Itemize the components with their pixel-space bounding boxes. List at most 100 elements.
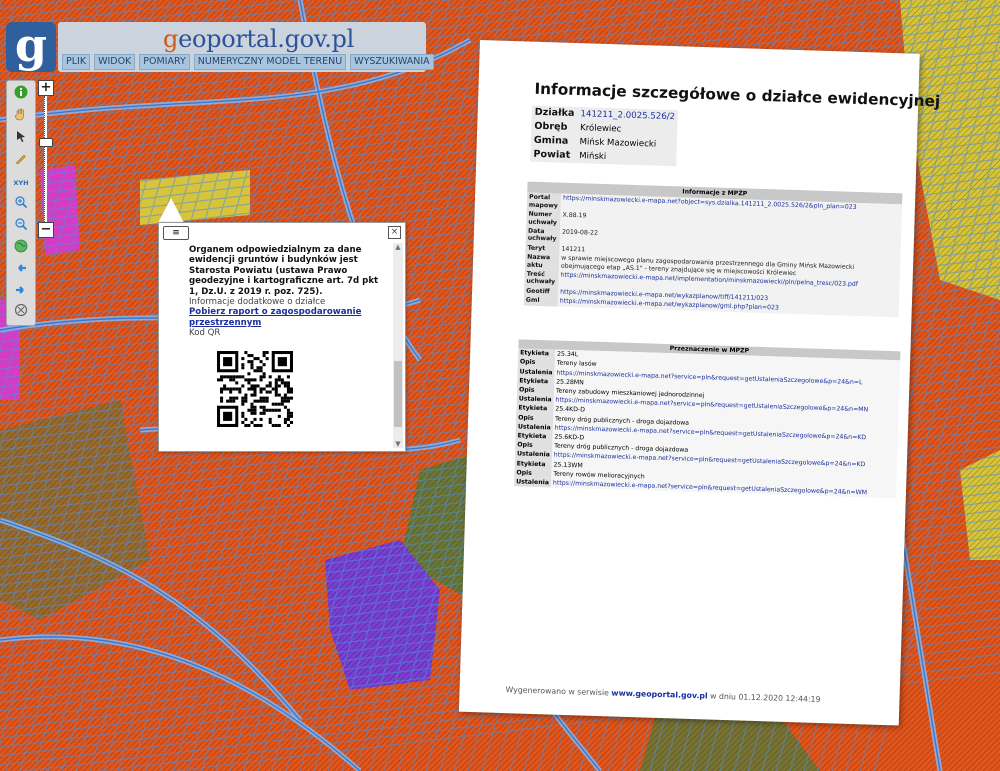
globe-icon[interactable]	[11, 239, 31, 259]
qr-module	[259, 399, 263, 403]
summary-key: Obręb	[534, 120, 568, 133]
qr-module	[241, 411, 245, 415]
qr-module	[232, 396, 236, 400]
compass-icon[interactable]	[11, 303, 31, 323]
qr-module	[229, 399, 233, 403]
qr-module	[250, 408, 254, 412]
qr-module	[247, 408, 251, 412]
qr-module	[247, 381, 251, 385]
qr-module	[259, 375, 263, 379]
zoom-track[interactable]	[44, 96, 47, 222]
footer-link[interactable]: www.geoportal.gov.pl	[611, 688, 708, 700]
scrollbar-thumb[interactable]	[394, 361, 402, 427]
qr-module	[226, 387, 230, 391]
qr-module	[286, 414, 290, 418]
qr-module	[229, 396, 233, 400]
qr-module	[253, 384, 257, 388]
qr-module	[262, 396, 266, 400]
popup-scrollbar[interactable]: ▲ ▼	[393, 243, 403, 448]
qr-module	[262, 399, 266, 403]
qr-module	[244, 393, 248, 397]
menu-item-nmt[interactable]: NUMERYCZNY MODEL TERENU	[193, 54, 347, 70]
qr-module	[241, 384, 245, 388]
scroll-up-icon[interactable]: ▲	[393, 243, 403, 251]
qr-module	[280, 381, 284, 385]
zoom-plus-button[interactable]: +	[38, 80, 54, 96]
qr-module	[265, 384, 269, 388]
qr-module	[262, 411, 266, 415]
qr-module	[283, 420, 287, 424]
qr-module	[277, 393, 281, 397]
xyh-icon[interactable]: XYH	[11, 173, 31, 193]
qr-module	[244, 423, 248, 427]
zoom-out-icon[interactable]	[11, 217, 31, 237]
qr-module	[244, 399, 248, 403]
qr-module	[253, 423, 257, 427]
qr-module	[277, 402, 281, 406]
qr-module	[217, 378, 221, 382]
qr-module	[256, 369, 260, 373]
qr-module	[259, 405, 263, 409]
qr-module	[259, 390, 263, 394]
qr-module	[235, 396, 239, 400]
qr-module	[241, 414, 245, 418]
close-icon[interactable]: ×	[388, 226, 401, 239]
mpzp-info-table: Informacje z MPZP Portal mapowy https://m…	[523, 181, 903, 317]
scroll-down-icon[interactable]: ▼	[393, 440, 403, 448]
qr-module	[262, 372, 266, 376]
qr-module	[286, 387, 290, 391]
qr-module	[274, 378, 278, 382]
qr-module	[262, 408, 266, 412]
qr-module	[277, 375, 281, 379]
qr-finder	[223, 411, 233, 421]
report-footer: Wygenerowano w serwisie www.geoportal.go…	[505, 685, 820, 705]
pencil-icon[interactable]	[11, 151, 31, 171]
qr-module	[259, 417, 263, 421]
hand-pan-icon[interactable]	[11, 107, 31, 127]
list-icon[interactable]: ≡	[163, 226, 189, 240]
zoom-slider[interactable]: + −	[38, 80, 54, 238]
qr-module	[241, 420, 245, 424]
qr-module	[238, 387, 242, 391]
summary-value: Miński	[578, 151, 607, 163]
qr-module	[241, 396, 245, 400]
qr-module	[289, 414, 293, 418]
qr-module	[247, 378, 251, 382]
arrow-forward-icon[interactable]	[11, 283, 31, 303]
qr-module	[244, 396, 248, 400]
qr-module	[268, 417, 272, 421]
qr-module	[277, 408, 281, 412]
arrow-back-icon[interactable]	[11, 261, 31, 281]
zoom-handle[interactable]	[39, 138, 53, 147]
qr-module	[259, 387, 263, 391]
qr-module	[283, 384, 287, 388]
summary-key: Gmina	[533, 134, 569, 147]
qr-module	[262, 387, 266, 391]
info-icon[interactable]	[11, 85, 31, 105]
cursor-arrow-icon[interactable]	[11, 129, 31, 149]
qr-module	[286, 417, 290, 421]
qr-module	[247, 354, 251, 358]
logo-letter: g	[14, 18, 48, 72]
menu-item-wyszukiwania[interactable]: WYSZUKIWANIA	[350, 54, 434, 70]
qr-module	[253, 390, 257, 394]
report-download-link[interactable]: Pobierz raport o zagospodarowanie przest…	[189, 307, 361, 327]
menu-item-plik[interactable]: PLIK	[62, 54, 91, 70]
popup-pointer	[158, 198, 184, 223]
parcel-id-link[interactable]: 141211_2.0025.526/2	[580, 109, 675, 122]
mpzp-row-key: Numer uchwały	[526, 209, 561, 228]
zoom-in-icon[interactable]	[11, 195, 31, 215]
qr-module	[265, 390, 269, 394]
qr-module	[262, 363, 266, 367]
qr-module	[262, 375, 266, 379]
summary-key: Powiat	[533, 148, 571, 161]
zoom-minus-button[interactable]: −	[38, 222, 54, 238]
geoportal-logo[interactable]: g	[6, 22, 56, 72]
authority-text: Organem odpowiedzialnym za dane ewidencj…	[189, 245, 379, 297]
menu-item-pomiary[interactable]: POMIARY	[139, 54, 190, 70]
qr-module	[259, 396, 263, 400]
menu-item-widok[interactable]: WIDOK	[94, 54, 136, 70]
qr-module	[274, 408, 278, 412]
qr-module	[241, 363, 245, 367]
parcel-info-popup: ≡ × Organem odpowiedzialnym za dane ewid…	[158, 222, 406, 452]
